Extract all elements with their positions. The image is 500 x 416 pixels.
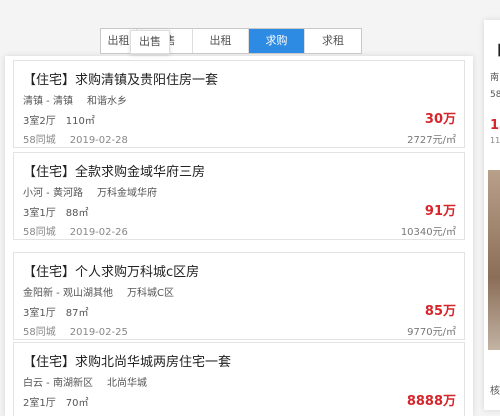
listing-community: 万科金域华府 xyxy=(96,188,157,199)
listing-card[interactable]: 【住宅】全款求购金域华府三房 小河 - 黄河路 万科金域华府 3室1厅 88㎡ 58… xyxy=(13,152,465,240)
listing-price: 30万 xyxy=(424,112,456,127)
listing-community: 万科城C区 xyxy=(126,288,174,299)
listing-layout: 3室1厅 xyxy=(23,308,56,319)
listing-layout: 2室1厅 xyxy=(23,398,56,409)
tab-want-buy[interactable]: 求购 xyxy=(249,29,305,53)
listing-community: 和谐水乡 xyxy=(86,96,127,107)
tab-want-rent[interactable]: 求租 xyxy=(305,29,361,53)
listing-title[interactable]: 【住宅】全款求购金域华府三房 xyxy=(23,161,205,180)
listing-card[interactable]: 【住宅】个人求购万科城c区房 金阳新 - 观山湖其他 万科城C区 3室1厅 87㎡ … xyxy=(13,252,465,340)
tab-rent-2[interactable]: 出租 xyxy=(193,29,249,53)
listing-meta: 58同城 2019-02-26 xyxy=(23,223,128,238)
listing-layout: 3室1厅 xyxy=(23,208,56,219)
listing-date: 2019-02-28 xyxy=(69,135,128,146)
listing-price: 8888万 xyxy=(406,394,456,409)
listing-district: 白云 - 南湖新区 xyxy=(23,378,93,389)
listing-district: 小河 - 黄河路 xyxy=(23,188,83,199)
listing-location: 小河 - 黄河路 万科金域华府 xyxy=(23,184,157,199)
listing-district: 金阳新 - 观山湖其他 xyxy=(23,288,113,299)
listing-area: 110㎡ xyxy=(65,116,95,127)
listing-source: 58同城 xyxy=(23,227,56,238)
related-location: 南 xyxy=(490,73,500,83)
related-unit-price: 11 xyxy=(490,136,500,145)
listing-date: 2019-02-26 xyxy=(69,227,128,238)
listing-title[interactable]: 【住宅】求购北尚华城两房住宅一套 xyxy=(23,351,231,370)
listing-spec: 3室1厅 87㎡ xyxy=(23,304,88,319)
listing-meta: 58同城 2019-02-25 xyxy=(23,323,128,338)
listing-location: 清镇 - 清镇 和谐水乡 xyxy=(23,92,127,107)
listing-layout: 3室2厅 xyxy=(23,116,56,127)
listing-community: 北尚华城 xyxy=(106,378,147,389)
listing-district: 清镇 - 清镇 xyxy=(23,96,73,107)
related-price: 13 xyxy=(490,118,500,133)
listing-location: 白云 - 南湖新区 北尚华城 xyxy=(23,374,147,389)
listing-date: 2019-02-25 xyxy=(69,327,128,338)
listing-title[interactable]: 【住宅】个人求购万科城c区房 xyxy=(23,261,199,280)
listing-price: 91万 xyxy=(424,204,456,219)
listing-location: 金阳新 - 观山湖其他 万科城C区 xyxy=(23,284,174,299)
listing-card[interactable]: 【住宅】求购北尚华城两房住宅一套 白云 - 南湖新区 北尚华城 2室1厅 70㎡ 8… xyxy=(13,342,465,416)
related-listing-panel: 【 南 58 13 11 核 xyxy=(484,20,500,410)
listing-title[interactable]: 【住宅】求购清镇及贵阳住房一套 xyxy=(23,69,218,88)
related-caption: 核 xyxy=(490,386,500,397)
listing-area: 88㎡ xyxy=(65,208,89,219)
related-source: 58 xyxy=(490,90,500,100)
listing-card[interactable]: 【住宅】求购清镇及贵阳住房一套 清镇 - 清镇 和谐水乡 3室2厅 110㎡ 58同… xyxy=(13,60,465,148)
listings-panel: 【住宅】求购清镇及贵阳住房一套 清镇 - 清镇 和谐水乡 3室2厅 110㎡ 58同… xyxy=(5,56,473,416)
listing-spec: 3室2厅 110㎡ xyxy=(23,112,95,127)
listing-unit-price: 10340元/㎡ xyxy=(400,227,456,238)
listing-spec: 2室1厅 70㎡ xyxy=(23,394,88,409)
listing-area: 70㎡ xyxy=(65,398,89,409)
listing-source: 58同城 xyxy=(23,327,56,338)
listing-price: 85万 xyxy=(424,304,456,319)
related-photo[interactable] xyxy=(488,170,500,350)
listing-unit-price: 9770元/㎡ xyxy=(407,327,456,338)
listing-source: 58同城 xyxy=(23,135,56,146)
listing-spec: 3室1厅 88㎡ xyxy=(23,204,88,219)
listing-unit-price: 2727元/㎡ xyxy=(407,135,456,146)
listing-area: 87㎡ xyxy=(65,308,89,319)
dragging-tab-ghost: 出售 xyxy=(130,30,170,54)
related-title[interactable]: 【 xyxy=(490,40,500,59)
listing-meta: 58同城 2019-02-28 xyxy=(23,131,128,146)
